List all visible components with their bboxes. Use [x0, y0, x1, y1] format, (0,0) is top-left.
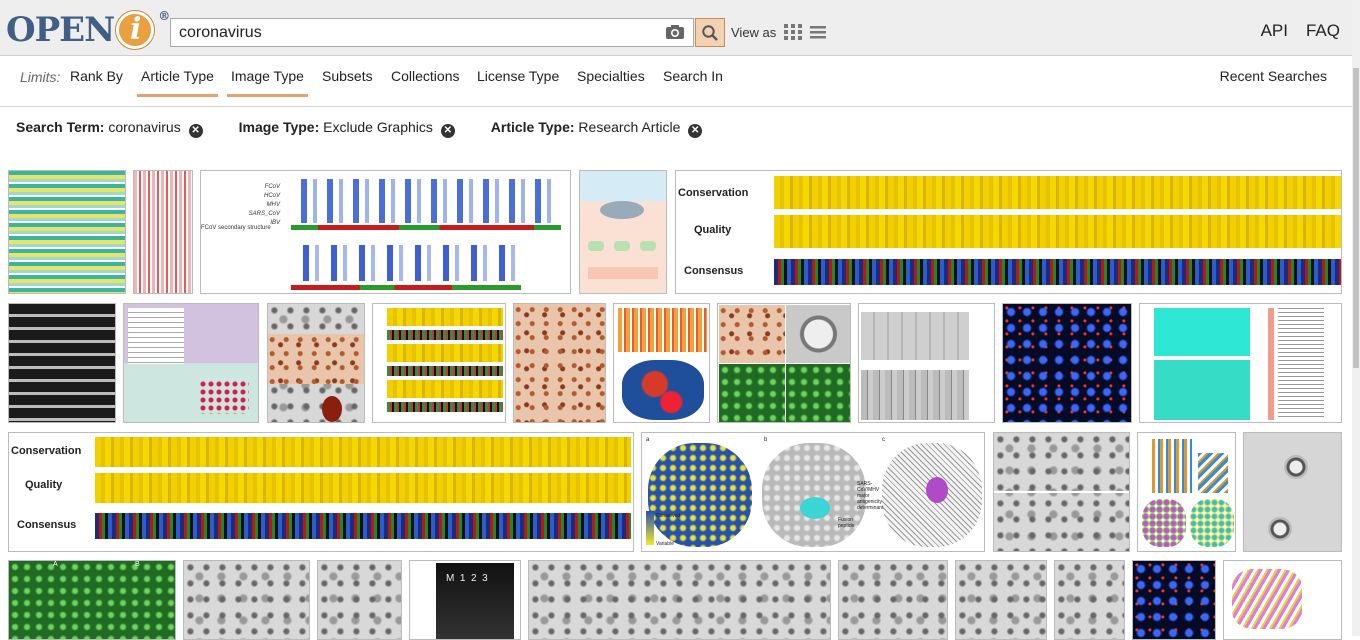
sars-antigenicity-label: SARS-CoV/MHV major antigenicity determin… [857, 481, 884, 511]
api-link[interactable]: API [1261, 21, 1288, 41]
list-view-icon[interactable] [810, 25, 827, 39]
result-thumbnail[interactable] [1132, 560, 1216, 640]
panel-label: A [53, 561, 58, 568]
result-thumbnail[interactable] [528, 560, 831, 640]
result-thumbnail[interactable] [858, 303, 995, 423]
result-thumbnail[interactable] [183, 560, 310, 640]
top-header: OPEN i ® View as API [0, 0, 1352, 56]
result-thumbnail[interactable] [267, 303, 365, 423]
quality-label: Quality [694, 224, 732, 236]
remove-filter-icon[interactable]: ✕ [440, 124, 455, 138]
tab-rank-by[interactable]: Rank By [70, 68, 123, 94]
result-thumbnail[interactable]: a b c Conserved Variable Fusion peptide … [641, 432, 985, 552]
view-as: View as [731, 24, 827, 40]
panel-label: b [764, 437, 768, 443]
conservation-label: Conservation [11, 445, 82, 457]
result-thumbnail[interactable]: FCoV HCoV MHV SARS_CoV IBV FCoV secondar… [200, 170, 571, 294]
result-thumbnail[interactable] [993, 432, 1130, 552]
result-thumbnail[interactable] [579, 170, 667, 294]
consensus-label: Consensus [17, 519, 77, 531]
image-results-grid: FCoV HCoV MHV SARS_CoV IBV FCoV secondar… [0, 165, 1352, 640]
tab-search-in[interactable]: Search In [663, 68, 723, 94]
result-thumbnail[interactable] [133, 170, 193, 294]
result-thumbnail[interactable] [717, 303, 851, 423]
filter-article-type: Article Type: Research Article ✕ [490, 119, 703, 138]
view-as-label: View as [731, 24, 777, 40]
logo-i-icon: i [116, 11, 155, 49]
search-input[interactable] [171, 19, 651, 46]
filter-image-type: Image Type: Exclude Graphics ✕ [239, 119, 455, 138]
conservation-label: Conservation [678, 187, 749, 199]
consensus-label: Consensus [684, 265, 744, 277]
secondary-structure-label: FCoV secondary structure [201, 225, 271, 231]
remove-filter-icon[interactable]: ✕ [188, 124, 203, 138]
quality-label: Quality [25, 479, 63, 491]
faq-link[interactable]: FAQ [1306, 21, 1340, 41]
filter-name: Article Type: [490, 119, 575, 135]
tab-article-type[interactable]: Article Type [137, 68, 218, 97]
openi-logo[interactable]: OPEN i ® [6, 9, 170, 50]
panel-label: B [135, 561, 140, 568]
seq-label: FCoV [264, 184, 280, 190]
result-thumbnail[interactable] [1139, 303, 1342, 423]
filter-value: Research Article [578, 119, 681, 135]
filter-value: Exclude Graphics [323, 119, 433, 135]
tab-license-type[interactable]: License Type [477, 68, 559, 94]
result-thumbnail[interactable] [1054, 560, 1125, 640]
gel-lane-labels: M 1 2 3 [446, 573, 488, 584]
fusion-peptide-label: Fusion peptide [838, 517, 855, 529]
camera-icon[interactable] [665, 24, 685, 40]
tab-specialties[interactable]: Specialties [577, 68, 645, 94]
result-thumbnail[interactable] [1243, 432, 1342, 552]
search-icon [702, 24, 718, 41]
result-thumbnail[interactable] [8, 170, 126, 294]
top-links: API FAQ [1261, 21, 1340, 41]
result-thumbnail[interactable] [372, 303, 506, 423]
result-thumbnail[interactable] [123, 303, 259, 423]
result-thumbnail[interactable] [513, 303, 606, 423]
result-thumbnail[interactable]: Conservation Quality Consensus [675, 170, 1342, 294]
scrollbar-thumb[interactable] [1353, 68, 1359, 368]
seq-label: HCoV [263, 193, 280, 199]
remove-filter-icon[interactable]: ✕ [688, 124, 703, 138]
limits-label: Limits: [20, 69, 61, 85]
search-box [170, 18, 694, 47]
variable-label: Variable [656, 541, 674, 547]
tab-subsets[interactable]: Subsets [322, 68, 373, 94]
tab-image-type[interactable]: Image Type [227, 68, 308, 97]
registered-mark: ® [158, 9, 170, 23]
filter-name: Image Type: [238, 119, 320, 135]
result-thumbnail[interactable]: A B [8, 560, 176, 640]
conserved-label: Conserved [656, 513, 681, 519]
seq-label: MHV [266, 202, 280, 208]
filter-name: Search Term: [16, 119, 105, 135]
search-button[interactable] [695, 18, 725, 47]
result-thumbnail[interactable] [1137, 432, 1236, 552]
panel-label: a [646, 437, 650, 443]
active-filters: Search Term: coronavirus ✕ Image Type: E… [16, 119, 703, 138]
filter-search-term: Search Term: coronavirus ✕ [16, 119, 203, 138]
result-thumbnail[interactable]: M 1 2 3 [409, 560, 521, 640]
result-thumbnail[interactable] [613, 303, 710, 423]
seq-label: SARS_CoV [248, 211, 280, 217]
result-thumbnail[interactable] [838, 560, 948, 640]
result-thumbnail[interactable] [1223, 560, 1342, 640]
tab-collections[interactable]: Collections [391, 68, 459, 94]
filter-value: coronavirus [108, 119, 181, 135]
result-thumbnail[interactable] [317, 560, 402, 640]
page-scrollbar[interactable] [1352, 0, 1360, 636]
grid-view-icon[interactable] [784, 24, 803, 40]
recent-searches-link[interactable]: Recent Searches [1220, 68, 1327, 84]
result-thumbnail[interactable] [955, 560, 1047, 640]
limits-bar: Limits: Rank By Article Type Image Type … [0, 57, 1352, 107]
logo-text: OPEN [6, 10, 115, 50]
result-thumbnail[interactable] [8, 303, 116, 423]
result-thumbnail[interactable]: Conservation Quality Consensus [8, 432, 634, 552]
result-thumbnail[interactable] [1002, 303, 1132, 423]
panel-label: c [882, 437, 885, 443]
